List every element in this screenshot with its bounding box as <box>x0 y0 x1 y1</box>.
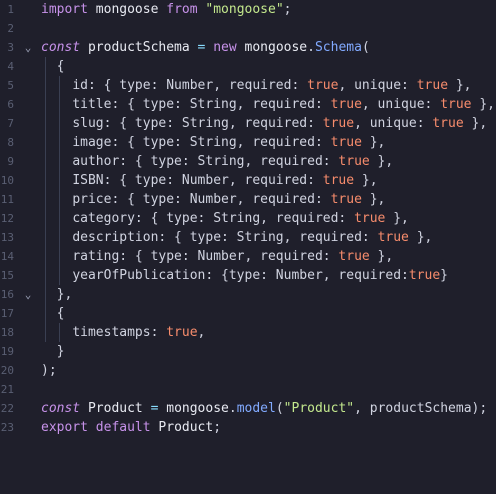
line-number: 18 <box>0 326 14 339</box>
code-line[interactable]: 22 const Product = mongoose.model("Produ… <box>0 399 496 418</box>
code-line[interactable]: 23 export default Product; <box>0 418 496 437</box>
code-line[interactable]: 5 id: { type: Number, required: true, un… <box>0 76 496 95</box>
code-text: price: { type: Number, required: true }, <box>72 192 386 207</box>
code-text: }, <box>56 287 73 302</box>
code-text: ); <box>41 363 57 378</box>
code-text: export default Product; <box>41 420 222 435</box>
code-text: import mongoose from "mongoose"; <box>41 2 292 17</box>
code-text: author: { type: String, required: true }… <box>72 154 394 169</box>
code-line[interactable]: 4 { <box>0 57 496 76</box>
code-line[interactable]: 14 rating: { type: Number, required: tru… <box>0 247 496 266</box>
code-line[interactable]: 8 image: { type: String, required: true … <box>0 133 496 152</box>
code-text: slug: { type: String, required: true, un… <box>72 116 488 131</box>
code-text: title: { type: String, required: true, u… <box>72 97 495 112</box>
line-number: 2 <box>7 22 14 35</box>
line-number: 9 <box>7 155 14 168</box>
code-line[interactable]: 13 description: { type: String, required… <box>0 228 496 247</box>
chevron-down-icon[interactable]: ⌄ <box>22 285 34 304</box>
line-number: 5 <box>7 79 14 92</box>
line-number: 12 <box>0 212 14 225</box>
line-number: 23 <box>0 421 14 434</box>
code-text: } <box>56 344 65 359</box>
code-text: yearOfPublication: {type: Number, requir… <box>72 268 448 283</box>
line-number: 8 <box>7 136 14 149</box>
code-line[interactable]: 1 import mongoose from "mongoose"; <box>0 0 496 19</box>
code-text: description: { type: String, required: t… <box>72 230 433 245</box>
code-line[interactable]: 12 category: { type: String, required: t… <box>0 209 496 228</box>
code-line[interactable]: 11 price: { type: Number, required: true… <box>0 190 496 209</box>
line-number: 21 <box>0 383 14 396</box>
line-number: 17 <box>0 307 14 320</box>
code-line[interactable]: 6 title: { type: String, required: true,… <box>0 95 496 114</box>
chevron-down-icon[interactable]: ⌄ <box>22 38 34 57</box>
line-number: 3 <box>7 41 14 54</box>
code-text: rating: { type: Number, required: true }… <box>72 249 394 264</box>
line-number: 1 <box>7 3 14 16</box>
code-line[interactable]: 2 <box>0 19 496 38</box>
line-number: 11 <box>0 193 14 206</box>
code-line[interactable]: 18 timestamps: true, <box>0 323 496 342</box>
code-text: image: { type: String, required: true }, <box>72 135 386 150</box>
line-number: 22 <box>0 402 14 415</box>
line-number: 20 <box>0 364 14 377</box>
code-line[interactable]: 9 author: { type: String, required: true… <box>0 152 496 171</box>
code-text: timestamps: true, <box>72 325 206 340</box>
code-line[interactable]: 10 ISBN: { type: Number, required: true … <box>0 171 496 190</box>
code-line[interactable]: 20 ); <box>0 361 496 380</box>
code-line[interactable]: 21 <box>0 380 496 399</box>
code-text: { <box>56 59 65 74</box>
code-line[interactable]: 16 ⌄ }, <box>0 285 496 304</box>
code-text: category: { type: String, required: true… <box>72 211 409 226</box>
code-line[interactable]: 3 ⌄ const productSchema = new mongoose.S… <box>0 38 496 57</box>
line-number: 14 <box>0 250 14 263</box>
line-number: 16 <box>0 288 14 301</box>
line-number: 15 <box>0 269 14 282</box>
code-line[interactable]: 7 slug: { type: String, required: true, … <box>0 114 496 133</box>
code-text: id: { type: Number, required: true, uniq… <box>72 78 472 93</box>
line-number: 6 <box>7 98 14 111</box>
line-number: 13 <box>0 231 14 244</box>
line-number: 19 <box>0 345 14 358</box>
line-number: 4 <box>7 60 14 73</box>
code-text: const Product = mongoose.model("Product"… <box>41 401 488 416</box>
code-text: { <box>56 306 65 321</box>
code-editor[interactable]: 1 import mongoose from "mongoose"; 2 3 ⌄… <box>0 0 496 438</box>
code-line[interactable]: 15 yearOfPublication: {type: Number, req… <box>0 266 496 285</box>
line-number: 7 <box>7 117 14 130</box>
code-line[interactable]: 17 { <box>0 304 496 323</box>
code-text: const productSchema = new mongoose.Schem… <box>41 40 370 55</box>
code-text: ISBN: { type: Number, required: true }, <box>72 173 378 188</box>
code-line[interactable]: 19 } <box>0 342 496 361</box>
line-number: 10 <box>0 174 14 187</box>
